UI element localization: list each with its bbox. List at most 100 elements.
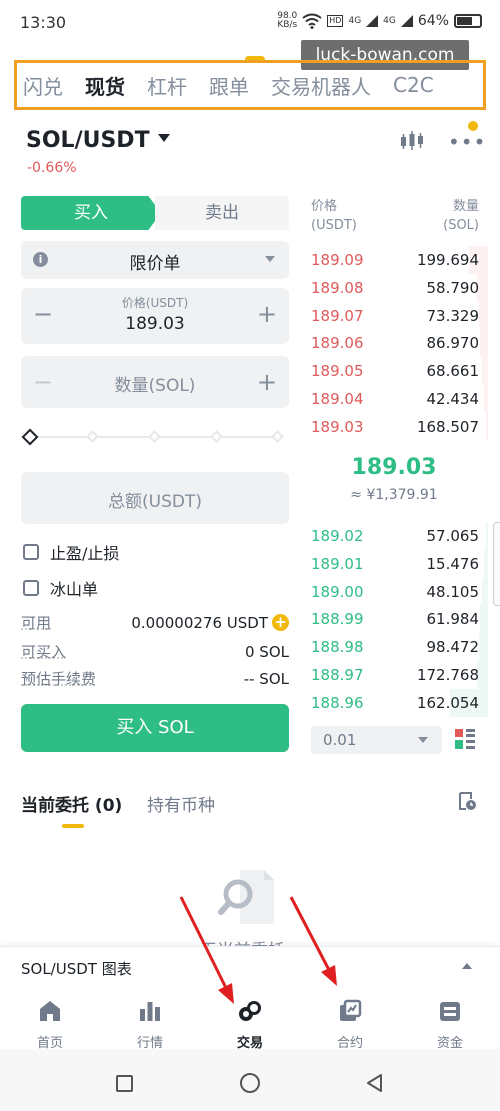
- wallet-icon: [440, 1002, 460, 1021]
- status-time: 13:30: [20, 13, 67, 32]
- ask-price: 189.05: [311, 362, 364, 381]
- wifi-icon: [302, 13, 322, 29]
- tab-holdings[interactable]: 持有币种: [147, 791, 215, 816]
- battery-percent: 64%: [417, 13, 449, 29]
- home-button-icon[interactable]: [240, 1073, 260, 1093]
- bid-depth-bar: [486, 522, 488, 550]
- recent-apps-icon[interactable]: [116, 1075, 133, 1092]
- nav-home[interactable]: 首页: [0, 987, 100, 1051]
- chevron-down-icon: [418, 737, 428, 743]
- price-change: -0.66%: [27, 160, 77, 176]
- futures-icon: [340, 999, 362, 1021]
- side-drawer-handle[interactable]: [493, 522, 500, 606]
- depth-step-select[interactable]: 0.01: [311, 726, 442, 754]
- bid-quantity: 162.054: [416, 693, 479, 712]
- tab-spot[interactable]: 现货: [85, 71, 125, 100]
- ask-quantity: 168.507: [416, 417, 479, 436]
- bid-depth-bar: [482, 577, 488, 606]
- can-buy-row: 可买入 0 SOL: [21, 641, 289, 662]
- price-label: 价格(USDT): [121, 296, 189, 310]
- last-price[interactable]: 189.03: [300, 455, 488, 480]
- increase-price-button[interactable]: +: [257, 300, 277, 328]
- bid-row[interactable]: 188.99 61.984: [300, 605, 488, 634]
- ask-row[interactable]: 189.03 168.507: [300, 412, 488, 441]
- bottom-nav: 首页 行情 交易 合约 资金: [0, 987, 500, 1051]
- ask-depth-bar: [479, 301, 488, 330]
- price-value[interactable]: 189.03: [21, 314, 289, 334]
- fee-label: 预估手续费: [21, 670, 97, 688]
- bid-row[interactable]: 188.96 162.054: [300, 688, 488, 717]
- bid-price: 188.96: [311, 693, 364, 712]
- nav-wallet[interactable]: 资金: [400, 987, 500, 1051]
- ask-row[interactable]: 189.06 86.970: [300, 329, 488, 358]
- active-tab-indicator: [62, 824, 84, 828]
- ask-row[interactable]: 189.08 58.790: [300, 273, 488, 302]
- chevron-up-icon[interactable]: [462, 963, 472, 969]
- chart-drawer-bar[interactable]: SOL/USDT 图表: [0, 946, 500, 986]
- bid-row[interactable]: 189.01 15.476: [300, 549, 488, 578]
- sell-tab[interactable]: 卖出: [155, 196, 289, 230]
- bid-row[interactable]: 188.98 98.472: [300, 633, 488, 662]
- deposit-plus-icon[interactable]: +: [272, 614, 289, 631]
- signal-icon-2: [400, 15, 413, 27]
- order-type-label: 限价单: [129, 254, 181, 274]
- slider-mark-25[interactable]: [86, 430, 99, 443]
- net-speed: 98.0 KB/s: [277, 11, 298, 30]
- tp-sl-label: 止盈/止损: [50, 544, 120, 563]
- bid-price: 188.99: [311, 610, 364, 629]
- signal-2: 4G: [383, 16, 396, 26]
- order-history-icon[interactable]: [457, 791, 477, 811]
- candlestick-chart-icon[interactable]: [398, 130, 426, 152]
- bid-row[interactable]: 188.97 172.768: [300, 661, 488, 689]
- tp-sl-checkbox[interactable]: [23, 544, 39, 560]
- orderbook-price-header: 价格 (USDT): [311, 199, 357, 233]
- slider-mark-50[interactable]: [148, 430, 161, 443]
- orderbook-layout-icon[interactable]: [455, 729, 475, 749]
- depth-step-value: 0.01: [323, 731, 357, 749]
- buy-tab[interactable]: 买入: [21, 196, 161, 230]
- slider-mark-100[interactable]: [271, 430, 284, 443]
- increase-quantity-button[interactable]: +: [257, 368, 277, 396]
- more-options-icon[interactable]: •••: [448, 130, 486, 154]
- tab-swap[interactable]: 闪兑: [23, 71, 63, 100]
- tab-copy-trading[interactable]: 跟单: [209, 71, 249, 100]
- pair-selector[interactable]: SOL/USDT: [26, 128, 150, 153]
- tab-open-orders[interactable]: 当前委托 (0): [21, 791, 122, 816]
- chart-drawer-label: SOL/USDT 图表: [21, 960, 132, 978]
- nav-futures[interactable]: 合约: [300, 987, 400, 1051]
- tab-trading-bots[interactable]: 交易机器人: [271, 71, 371, 100]
- fee-value: -- SOL: [243, 669, 289, 688]
- back-icon[interactable]: [366, 1074, 384, 1092]
- caret-down-icon[interactable]: [158, 134, 170, 142]
- price-input[interactable]: − 价格(USDT) 189.03 +: [21, 288, 289, 344]
- ask-row[interactable]: 189.09 199.694: [300, 246, 488, 274]
- tab-c2c[interactable]: C2C: [393, 73, 434, 97]
- bid-row[interactable]: 189.02 57.065: [300, 522, 488, 550]
- order-type-select[interactable]: i 限价单: [21, 241, 289, 279]
- iceberg-checkbox[interactable]: [23, 580, 39, 596]
- nav-markets[interactable]: 行情: [100, 987, 200, 1051]
- quantity-input[interactable]: − 数量(SOL) +: [21, 356, 289, 408]
- notification-dot: [468, 121, 478, 131]
- ask-row[interactable]: 189.05 68.661: [300, 357, 488, 386]
- available-label: 可用: [21, 614, 52, 632]
- slider-mark-75[interactable]: [210, 430, 223, 443]
- tab-margin[interactable]: 杠杆: [147, 71, 187, 100]
- buy-sol-button[interactable]: 买入 SOL: [21, 704, 289, 752]
- ask-price: 189.08: [311, 278, 364, 297]
- nav-trade[interactable]: 交易: [200, 987, 300, 1051]
- iceberg-checkbox-row[interactable]: 冰山单: [23, 576, 98, 600]
- bid-quantity: 48.105: [426, 582, 480, 601]
- ask-quantity: 199.694: [416, 251, 479, 269]
- amount-slider-handle[interactable]: [21, 428, 39, 446]
- ask-quantity: 73.329: [426, 306, 480, 325]
- bid-quantity: 172.768: [416, 666, 479, 684]
- total-input[interactable]: 总额(USDT): [21, 472, 289, 524]
- tp-sl-checkbox-row[interactable]: 止盈/止损: [23, 540, 119, 564]
- available-row: 可用 0.00000276 USDT +: [21, 612, 289, 633]
- ask-row[interactable]: 189.07 73.329: [300, 301, 488, 330]
- bid-row[interactable]: 189.00 48.105: [300, 577, 488, 606]
- ask-row[interactable]: 189.04 42.434: [300, 385, 488, 413]
- last-price-cny: ≈ ¥1,379.91: [350, 487, 438, 503]
- ask-quantity: 42.434: [426, 390, 480, 408]
